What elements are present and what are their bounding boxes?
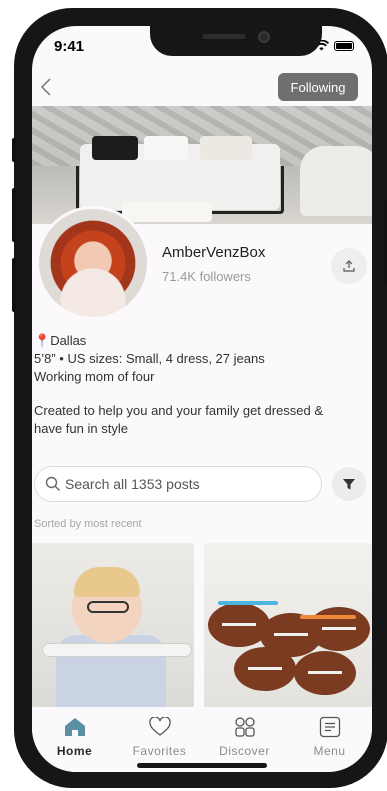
bio-sizes: 5’8” • US sizes: Small, 4 dress, 27 jean… xyxy=(34,351,265,366)
tab-home[interactable]: Home xyxy=(35,714,115,772)
status-time: 9:41 xyxy=(54,38,85,55)
tab-menu-label: Menu xyxy=(313,744,346,758)
following-button[interactable]: Following xyxy=(278,73,358,101)
home-icon xyxy=(64,718,85,736)
silent-switch xyxy=(12,138,16,162)
bio-location-line: 📍Dallas xyxy=(34,332,354,350)
share-icon xyxy=(343,260,355,272)
bio-description: Created to help you and your family get … xyxy=(34,403,324,436)
filter-button[interactable] xyxy=(332,467,366,501)
profile-name: AmberVenzBox xyxy=(162,244,266,261)
avatar xyxy=(36,206,150,320)
post-thumbnail[interactable] xyxy=(204,543,372,707)
bio-tagline: Working mom of four xyxy=(34,369,155,384)
search-icon xyxy=(45,476,60,491)
menu-icon xyxy=(319,716,340,738)
filter-icon xyxy=(343,479,355,490)
notch xyxy=(150,26,322,56)
share-button[interactable] xyxy=(331,248,367,284)
map-pin-icon: 📍 xyxy=(34,333,51,348)
post-thumbnail[interactable] xyxy=(32,543,194,707)
search-input[interactable] xyxy=(65,476,285,492)
app-screen: 9:41 Following AmberVenzBox 71.4K follow… xyxy=(32,26,372,772)
front-camera xyxy=(258,31,270,43)
home-indicator xyxy=(137,763,267,768)
back-button[interactable] xyxy=(38,73,58,101)
volume-up-button xyxy=(12,188,16,242)
heart-icon xyxy=(148,717,171,736)
grid-icon xyxy=(234,717,255,737)
tab-menu[interactable]: Menu xyxy=(290,714,370,772)
tab-favorites-label: Favorites xyxy=(132,744,187,758)
battery-icon xyxy=(334,40,354,51)
tab-home-label: Home xyxy=(56,744,93,758)
sort-label: Sorted by most recent xyxy=(34,518,142,530)
search-bar[interactable] xyxy=(34,466,322,502)
tab-discover-label: Discover xyxy=(219,744,270,758)
bio-location: Dallas xyxy=(50,333,87,348)
follower-count: 71.4K followers xyxy=(162,269,251,284)
volume-down-button xyxy=(12,258,16,312)
chevron-left-icon xyxy=(40,78,51,96)
bio: 📍Dallas 5’8” • US sizes: Small, 4 dress,… xyxy=(34,332,354,438)
speaker xyxy=(202,34,246,39)
